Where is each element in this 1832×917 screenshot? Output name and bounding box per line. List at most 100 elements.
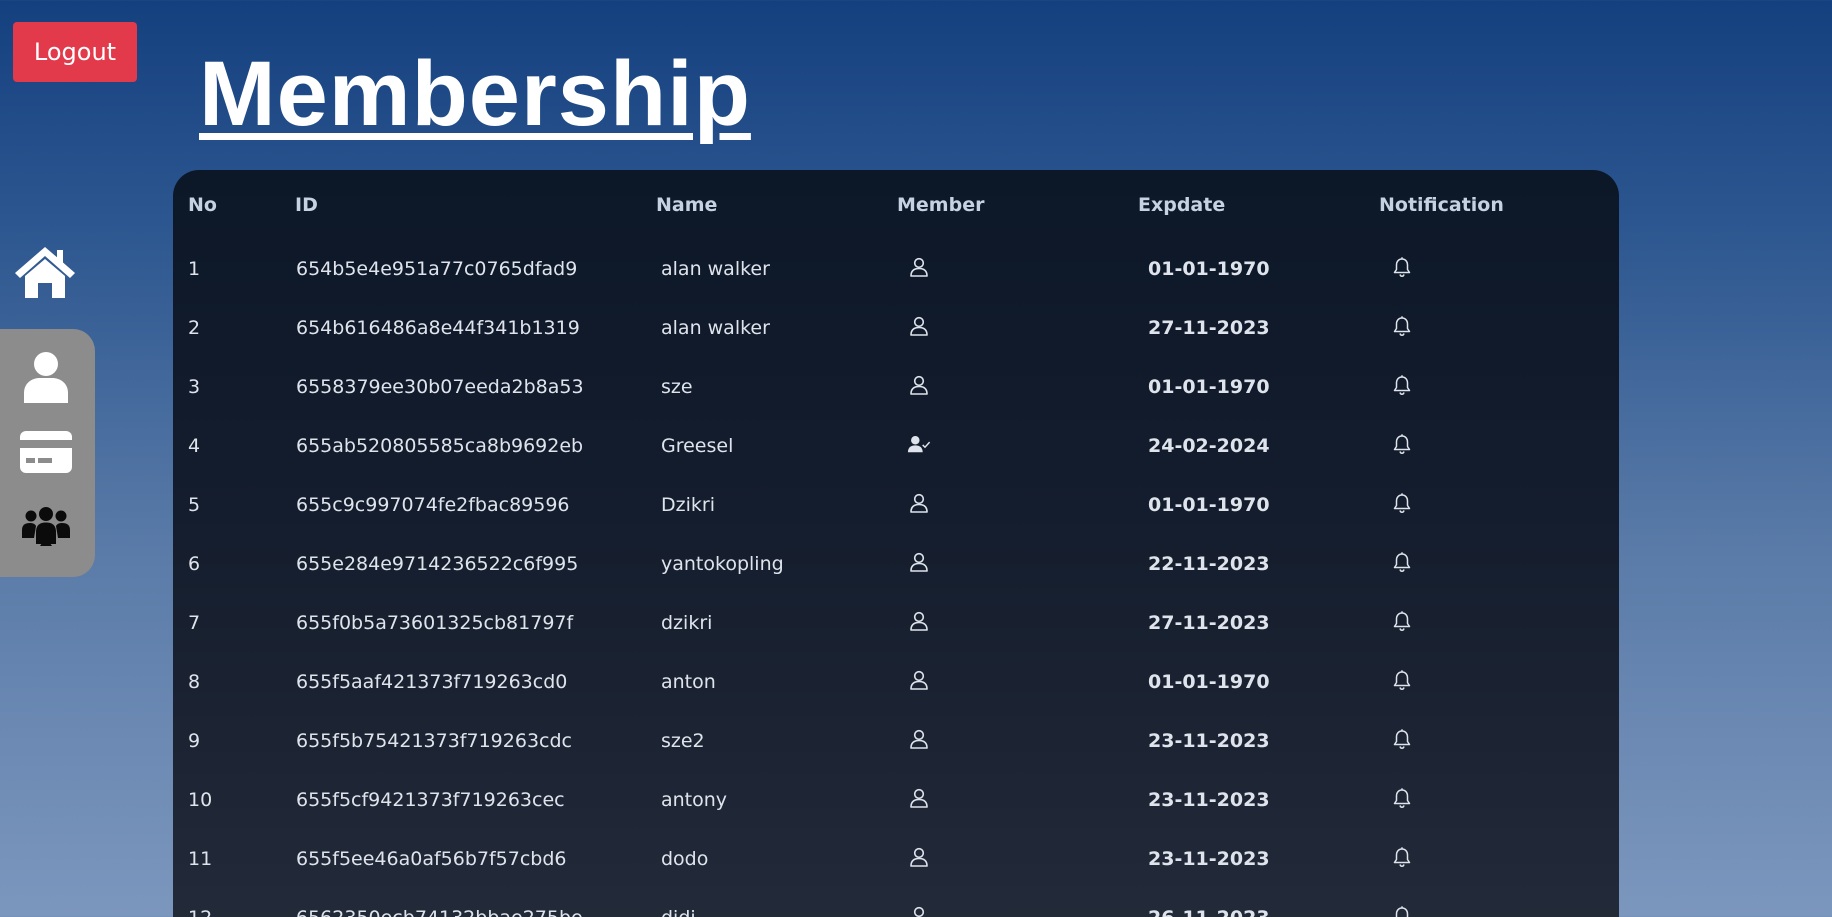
cell-member [897, 770, 1138, 829]
cell-name: didi [656, 888, 897, 917]
cell-member [897, 829, 1138, 888]
cell-notification [1379, 298, 1619, 357]
cell-no: 7 [188, 611, 201, 634]
cell-id: 655f0b5a73601325cb81797f [296, 611, 574, 634]
header-no: No [188, 194, 217, 216]
header-member: Member [897, 194, 985, 216]
cell-member [897, 593, 1138, 652]
user-icon[interactable] [907, 668, 931, 692]
sidebar-item-members[interactable] [20, 500, 72, 552]
logout-button[interactable]: Logout [13, 22, 137, 82]
bell-icon[interactable] [1390, 314, 1414, 338]
membership-table: No ID Name Member Expdate Notification 1… [173, 170, 1619, 917]
table-row: 2 654b616486a8e44f341b1319 alan walker 27-1… [173, 298, 1619, 357]
cell-no: 6 [188, 552, 201, 575]
user-icon[interactable] [907, 255, 931, 279]
user-icon[interactable] [907, 727, 931, 751]
cell-member [897, 240, 1138, 298]
cell-no: 11 [188, 847, 213, 870]
user-icon[interactable] [907, 550, 931, 574]
user-icon[interactable] [907, 845, 931, 869]
cell-expdate: 01-01-1970 [1148, 493, 1270, 516]
home-link[interactable] [13, 244, 77, 300]
bell-icon[interactable] [1390, 904, 1414, 917]
cell-id: 655c9c997074fe2fbac89596 [296, 493, 570, 516]
table-row: 5 655c9c997074fe2fbac89596 Dzikri 01-01-197… [173, 475, 1619, 534]
table-row: 7 655f0b5a73601325cb81797f dzikri 27-11-202… [173, 593, 1619, 652]
cell-name: Greesel [661, 434, 734, 457]
cell-notification [1379, 652, 1619, 711]
bell-icon[interactable] [1390, 668, 1414, 692]
header-expdate: Expdate [1138, 194, 1226, 216]
cell-notification [1379, 829, 1619, 888]
cell-member [897, 534, 1138, 593]
table-row: 10 655f5cf9421373f719263cec antony 23-11-20… [173, 770, 1619, 829]
cell-name: dzikri [661, 611, 713, 634]
table-row: 11 655f5ee46a0af56b7f57cbd6 dodo 23-11-2023 [173, 829, 1619, 888]
cell-member [897, 298, 1138, 357]
table-row: 3 6558379ee30b07eeda2b8a53 sze 01-01-1970 [173, 357, 1619, 416]
home-icon [15, 247, 75, 298]
cell-id: 655ab520805585ca8b9692eb [296, 434, 584, 457]
cell-notification [1379, 593, 1619, 652]
sidebar-item-profile[interactable] [20, 351, 72, 403]
bell-icon[interactable] [1390, 373, 1414, 397]
cell-notification [1379, 475, 1619, 534]
cell-id: 6558379ee30b07eeda2b8a53 [296, 375, 584, 398]
cell-no: 2 [188, 316, 201, 339]
cell-name: alan walker [661, 316, 770, 339]
cell-member [897, 357, 1138, 416]
sidebar-item-card[interactable] [20, 426, 72, 478]
header-id: ID [295, 194, 318, 216]
table-row: 126562350ecb74132bbae275bedidi 26-11-2023 [173, 888, 1619, 917]
cell-member [897, 888, 1138, 917]
user-icon[interactable] [907, 373, 931, 397]
bell-icon[interactable] [1390, 786, 1414, 810]
cell-id: 655f5aaf421373f719263cd0 [296, 670, 568, 693]
bell-icon[interactable] [1390, 845, 1414, 869]
cell-name: alan walker [661, 258, 770, 280]
cell-member [897, 652, 1138, 711]
bell-icon[interactable] [1390, 609, 1414, 633]
cell-expdate: 22-11-2023 [1148, 552, 1270, 575]
cell-notification [1379, 711, 1619, 770]
cell-id: 655f5cf9421373f719263cec [296, 788, 565, 811]
header-name: Name [656, 194, 718, 216]
cell-member [897, 475, 1138, 534]
bell-icon[interactable] [1390, 491, 1414, 515]
cell-name: yantokopling [661, 552, 784, 575]
cell-expdate: 01-01-1970 [1148, 375, 1270, 398]
cell-name: sze2 [661, 729, 705, 752]
table-row: 1 654b5e4e951a77c0765dfad9 alan walker 01-0… [173, 240, 1619, 298]
cell-expdate: 01-01-1970 [1148, 258, 1270, 280]
user-icon[interactable] [907, 609, 931, 633]
table-row: 9 655f5b75421373f719263cdc sze2 23-11-2023 [173, 711, 1619, 770]
user-icon[interactable] [907, 491, 931, 515]
cell-notification [1379, 534, 1619, 593]
cell-name: Dzikri [661, 493, 715, 516]
side-nav-panel [0, 329, 95, 577]
user-icon[interactable] [907, 314, 931, 338]
cell-name: dodo [661, 847, 709, 870]
cell-name: anton [661, 670, 716, 693]
cell-id: 655e284e9714236522c6f995 [296, 552, 579, 575]
cell-id: 654b616486a8e44f341b1319 [296, 316, 580, 339]
cell-name: antony [661, 788, 728, 811]
cell-expdate: 23-11-2023 [1148, 847, 1270, 870]
group-icon [22, 507, 70, 546]
bell-icon[interactable] [1390, 255, 1414, 279]
cell-id: 6562350ecb74132bbae275be [295, 888, 656, 917]
cell-no: 1 [188, 258, 201, 280]
cell-id: 655f5b75421373f719263cdc [296, 729, 572, 752]
credit-card-icon [20, 431, 72, 473]
cell-expdate: 27-11-2023 [1148, 611, 1270, 634]
bell-icon[interactable] [1390, 727, 1414, 751]
user-icon[interactable] [907, 904, 931, 917]
cell-expdate: 24-02-2024 [1148, 434, 1270, 457]
bell-icon[interactable] [1390, 432, 1414, 456]
cell-member [897, 711, 1138, 770]
user-icon[interactable] [907, 786, 931, 810]
cell-expdate: 23-11-2023 [1148, 729, 1270, 752]
bell-icon[interactable] [1390, 550, 1414, 574]
user-check-icon[interactable] [907, 432, 931, 456]
